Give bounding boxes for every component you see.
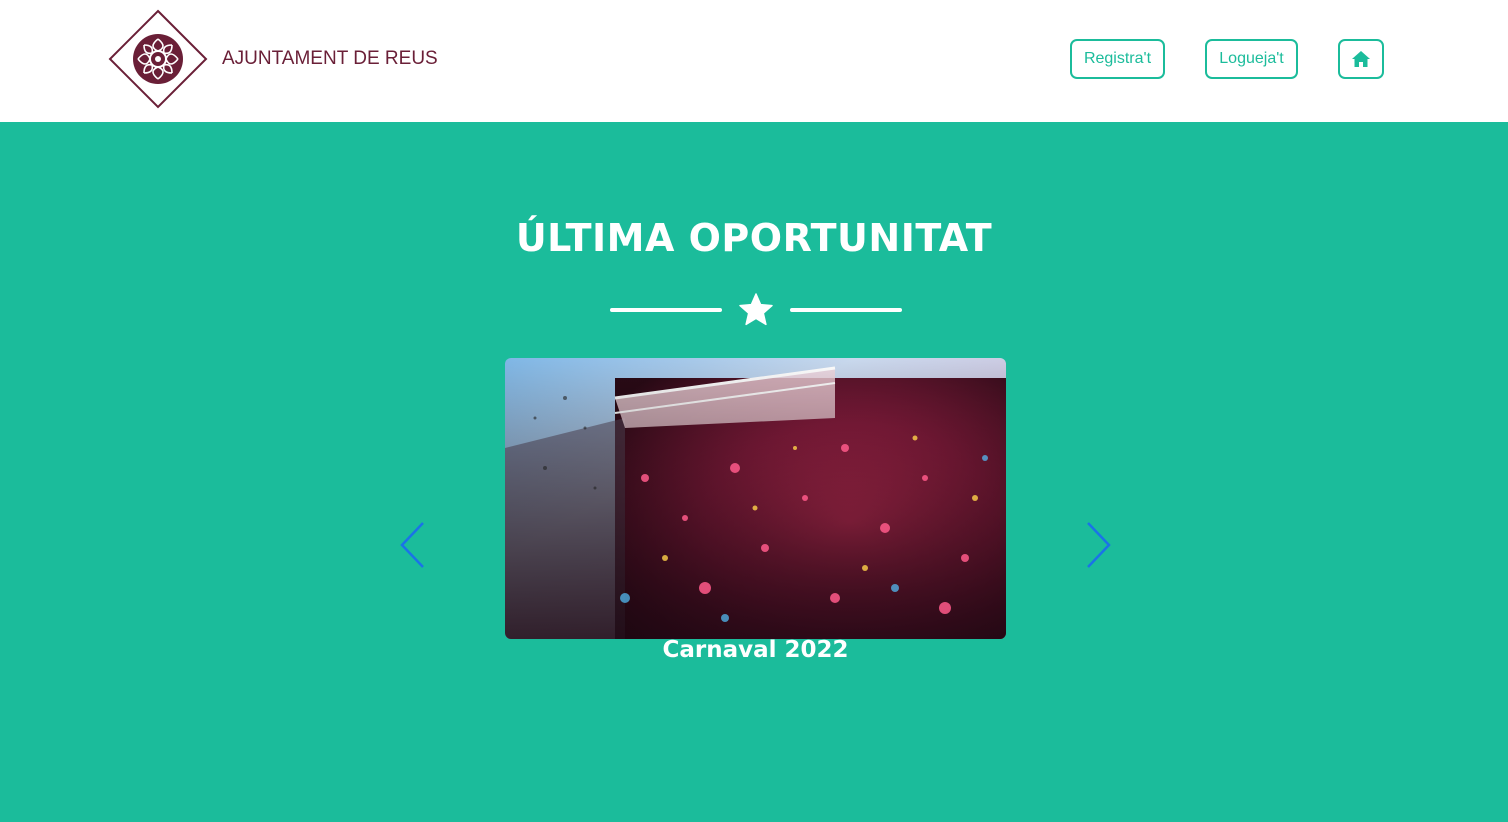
carousel-slide-caption: Carnaval 2022 — [662, 637, 849, 663]
star-icon — [739, 293, 773, 326]
carnival-photo — [505, 358, 1006, 639]
title-divider — [610, 290, 902, 330]
login-button[interactable]: Logueja't — [1205, 39, 1298, 79]
section-title: ÚLTIMA OPORTUNITAT — [515, 216, 993, 260]
home-button[interactable] — [1338, 39, 1384, 79]
carousel-slide-image[interactable] — [505, 358, 1006, 639]
divider-line-left — [610, 308, 722, 312]
carousel-next-button[interactable] — [1083, 520, 1113, 570]
logo-text: AJUNTAMENT DE REUS — [222, 48, 438, 69]
home-icon — [1352, 51, 1370, 67]
carousel-prev-button[interactable] — [398, 520, 428, 570]
logo[interactable]: AJUNTAMENT DE REUS — [108, 9, 438, 109]
chevron-right-icon — [1087, 522, 1111, 568]
city-emblem-icon — [108, 9, 208, 109]
chevron-left-icon — [400, 522, 424, 568]
header: AJUNTAMENT DE REUS Registra't Logueja't — [0, 0, 1508, 122]
register-button[interactable]: Registra't — [1070, 39, 1165, 79]
divider-line-right — [790, 308, 902, 312]
